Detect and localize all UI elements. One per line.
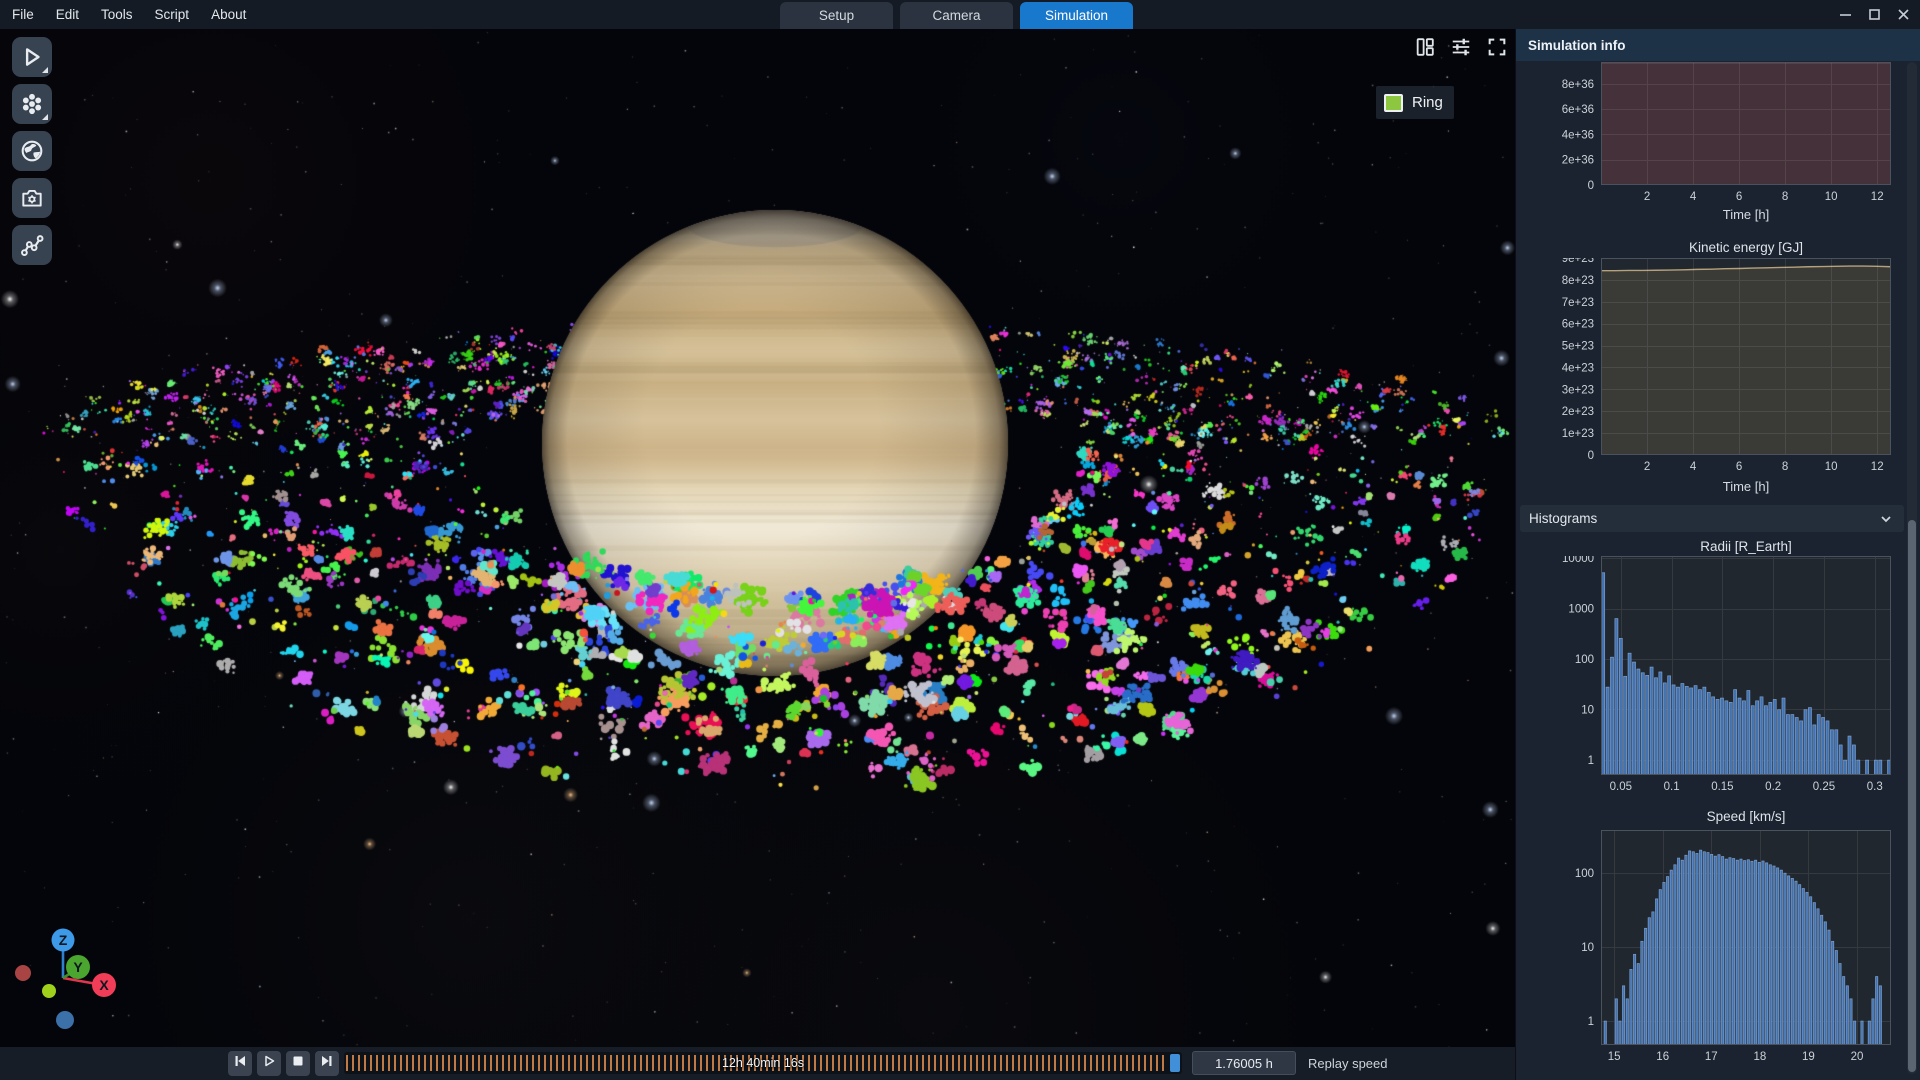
- maximize-button[interactable]: [1868, 8, 1881, 21]
- replay-speed-value[interactable]: 1.76005 h: [1192, 1051, 1296, 1075]
- viewport-overlay-controls: [1414, 36, 1508, 58]
- gizmo-neg-y[interactable]: [42, 984, 56, 998]
- menu-tools[interactable]: Tools: [101, 7, 133, 22]
- tab-simulation[interactable]: Simulation: [1020, 2, 1133, 29]
- skip-to-start-button[interactable]: [228, 1051, 252, 1076]
- viewport-toolbar: [12, 37, 52, 265]
- 3d-viewport[interactable]: Ring Z Y X: [0, 29, 1515, 1047]
- menu-file[interactable]: File: [12, 7, 34, 22]
- play-button[interactable]: [257, 1051, 281, 1076]
- skip-to-end-icon: [320, 1054, 334, 1073]
- sliders-icon[interactable]: [1450, 36, 1472, 58]
- globe-icon: [19, 138, 45, 164]
- kinetic-energy-chart: [1526, 258, 1901, 477]
- ring-legend-label: Ring: [1412, 94, 1443, 111]
- current-time-label: 12h 40min 16s: [344, 1052, 1182, 1074]
- space-render-canvas[interactable]: [0, 29, 1515, 1047]
- stop-button[interactable]: [286, 1051, 310, 1076]
- layout-panels-icon[interactable]: [1414, 36, 1436, 58]
- skip-to-start-icon: [233, 1054, 247, 1073]
- minimize-button[interactable]: [1839, 8, 1852, 21]
- radii-histogram: [1526, 556, 1901, 797]
- kinetic-energy-title: Kinetic energy [GJ]: [1601, 240, 1891, 255]
- camera-settings-button[interactable]: [12, 178, 52, 218]
- gizmo-y-label: Y: [73, 959, 83, 975]
- panel-scrollbar-thumb[interactable]: [1908, 520, 1916, 1072]
- node-graph-icon: [19, 232, 45, 258]
- histograms-header-label: Histograms: [1529, 511, 1597, 526]
- globe-button[interactable]: [12, 131, 52, 171]
- gizmo-z-label: Z: [59, 932, 68, 948]
- panel-scrollbar[interactable]: [1907, 62, 1917, 1074]
- menu-script[interactable]: Script: [155, 7, 190, 22]
- axis-gizmo[interactable]: Z Y X: [13, 921, 129, 1037]
- playback-bar: 12h 40min 16s 1.76005 h Replay speed: [0, 1047, 1515, 1080]
- replay-speed-label: Replay speed: [1308, 1047, 1388, 1080]
- play-icon: [19, 44, 45, 70]
- speed-histogram-title: Speed [km/s]: [1601, 809, 1891, 824]
- stop-icon: [291, 1054, 305, 1073]
- play-icon: [262, 1054, 276, 1073]
- app-window: Ring Z Y X File Edit Tools Script About …: [0, 0, 1920, 1080]
- gizmo-neg-z[interactable]: [56, 1011, 74, 1029]
- tab-camera[interactable]: Camera: [900, 2, 1013, 29]
- menu-about[interactable]: About: [211, 7, 246, 22]
- play-simulation-button[interactable]: [12, 37, 52, 77]
- histograms-section-header[interactable]: Histograms: [1520, 505, 1904, 532]
- menu-bar: File Edit Tools Script About: [12, 0, 246, 29]
- panel-title: Simulation info: [1528, 38, 1626, 53]
- graph-button[interactable]: [12, 225, 52, 265]
- close-button[interactable]: [1897, 8, 1910, 21]
- panel-header: Simulation info: [1516, 29, 1920, 61]
- camera-gear-icon: [19, 185, 45, 211]
- gizmo-neg-x[interactable]: [15, 965, 31, 981]
- radii-histogram-title: Radii [R_Earth]: [1601, 539, 1891, 554]
- timeline-slider[interactable]: 12h 40min 16s: [344, 1052, 1182, 1074]
- titlebar: File Edit Tools Script About Setup Camer…: [0, 0, 1920, 29]
- chevron-down-icon: [1878, 511, 1894, 527]
- ring-legend-swatch: [1384, 94, 1403, 112]
- tab-setup[interactable]: Setup: [780, 2, 893, 29]
- fullscreen-icon[interactable]: [1486, 36, 1508, 58]
- particles-icon: [19, 91, 45, 117]
- gizmo-x-label: X: [99, 977, 109, 993]
- chart1-xlabel: Time [h]: [1601, 479, 1891, 494]
- transport-controls: [228, 1051, 339, 1076]
- menu-edit[interactable]: Edit: [56, 7, 79, 22]
- simulation-info-panel: Simulation info Time [h] Kinetic energy …: [1515, 29, 1920, 1080]
- particles-button[interactable]: [12, 84, 52, 124]
- speed-histogram: [1526, 830, 1901, 1067]
- chart0-xlabel: Time [h]: [1601, 207, 1891, 222]
- ring-legend[interactable]: Ring: [1376, 86, 1454, 119]
- main-tabs: Setup Camera Simulation: [780, 2, 1133, 29]
- mass-chart: [1526, 62, 1901, 207]
- window-controls: [1839, 0, 1910, 29]
- skip-to-end-button[interactable]: [315, 1051, 339, 1076]
